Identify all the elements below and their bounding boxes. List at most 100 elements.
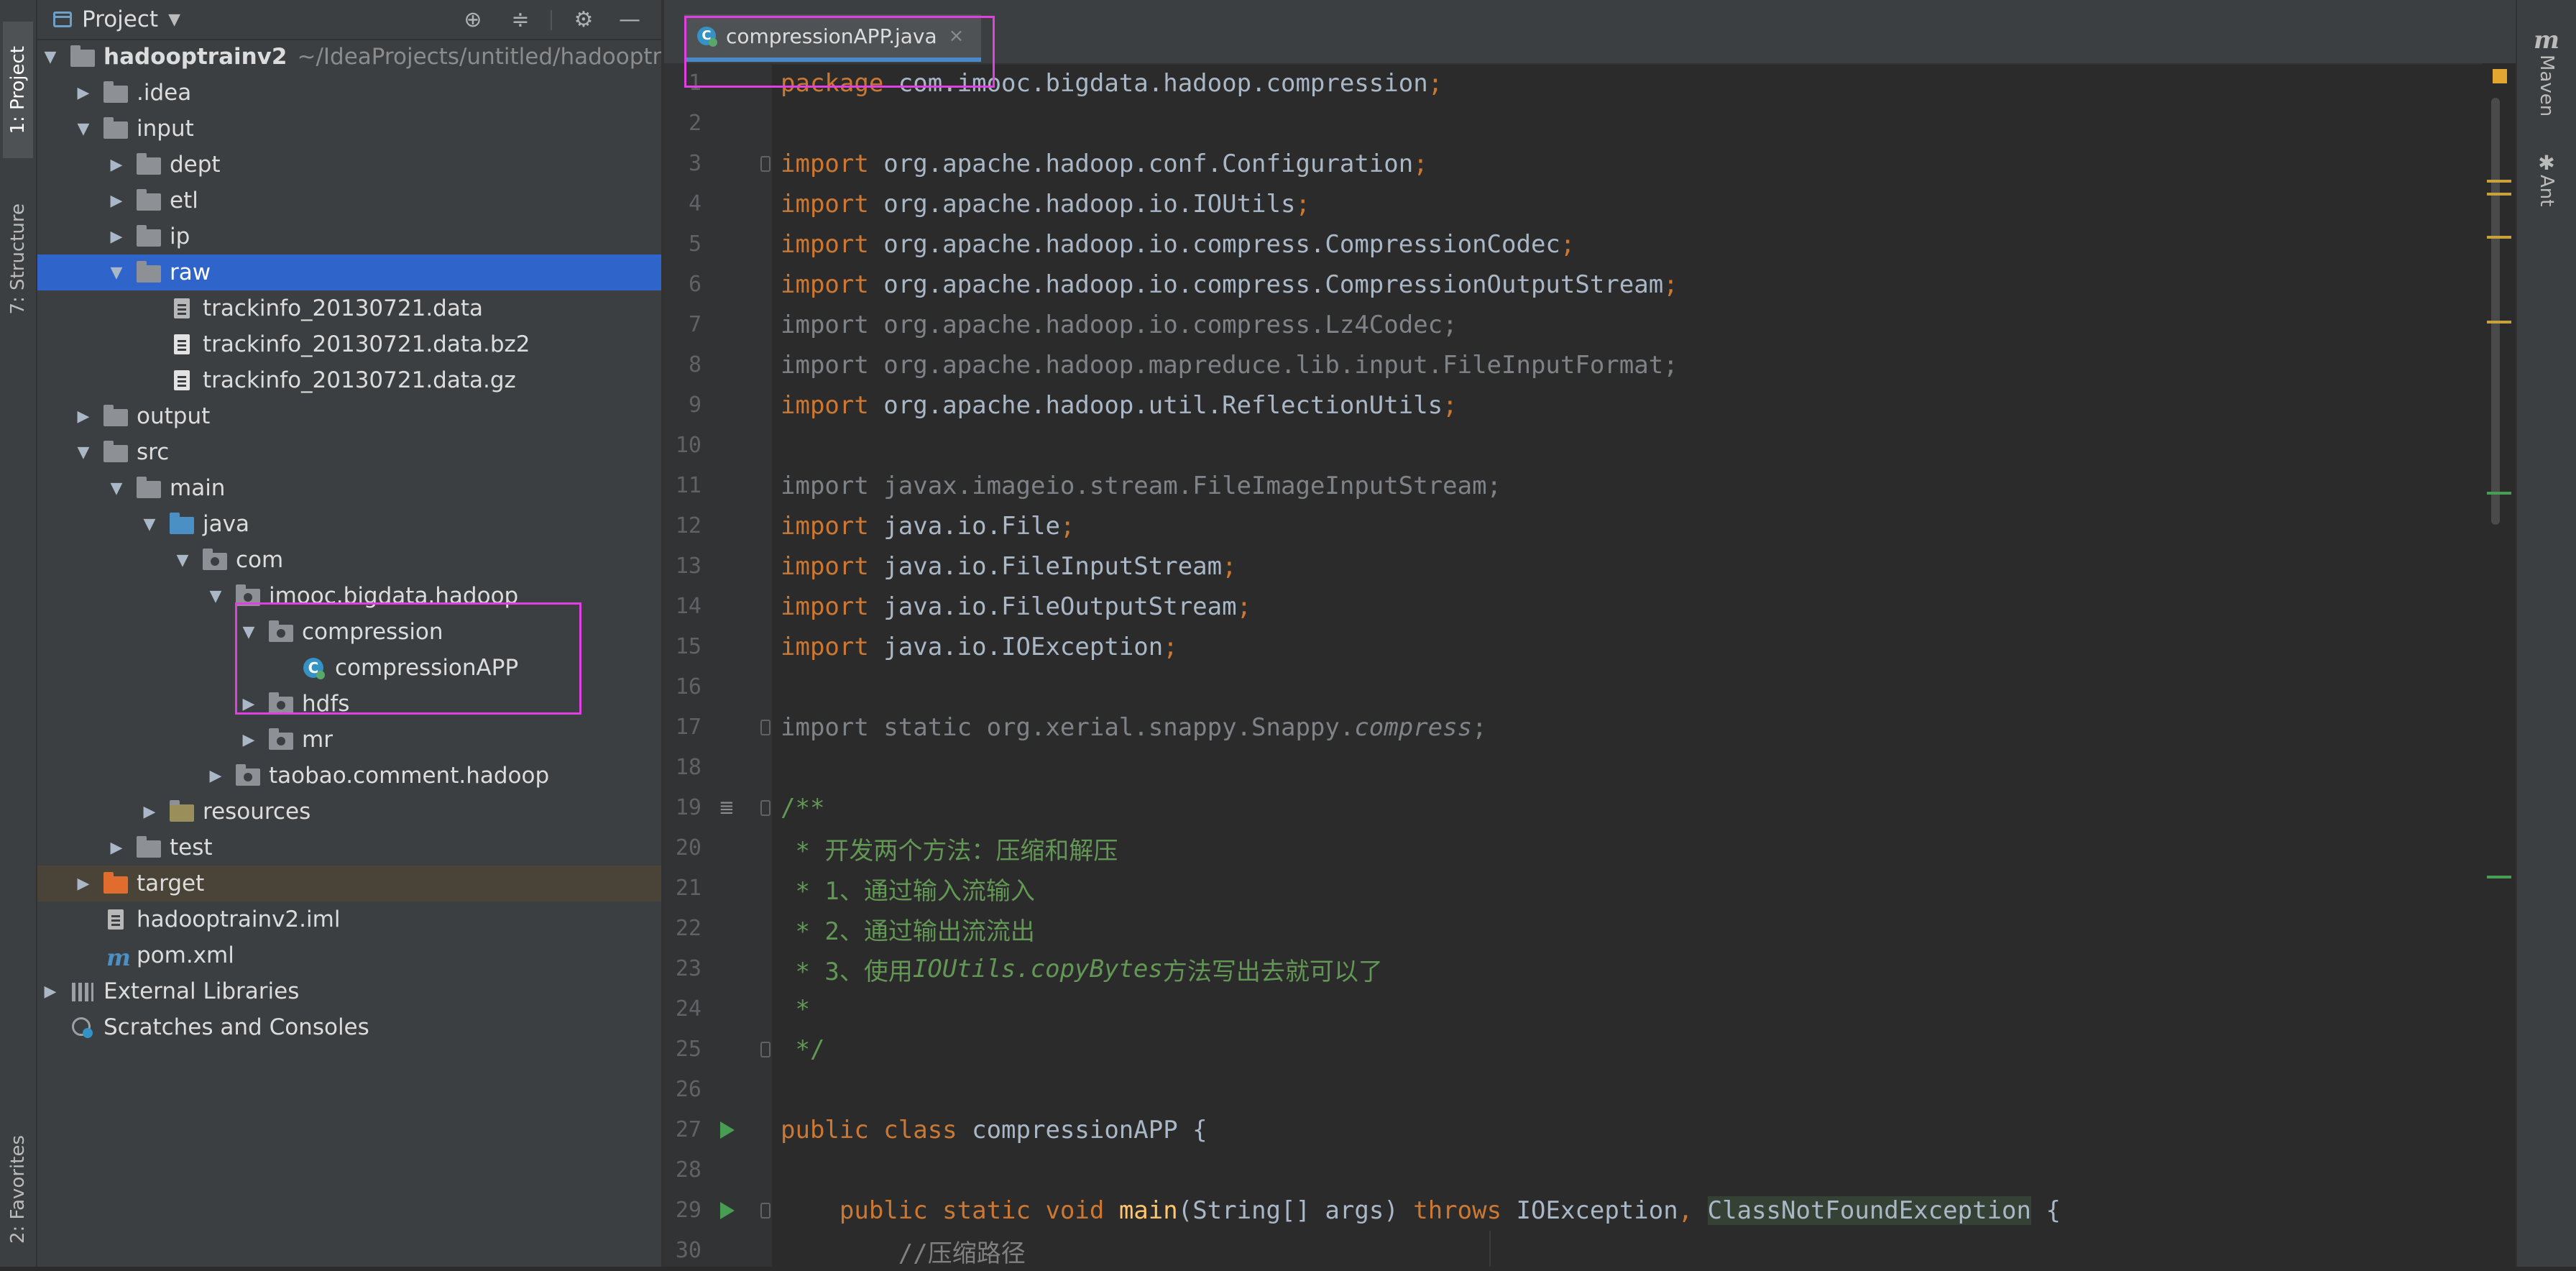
tree-item-input[interactable]: ▼ input bbox=[37, 111, 661, 147]
run-icon[interactable] bbox=[720, 1121, 735, 1139]
expand-right-icon[interactable]: ▶ bbox=[108, 156, 125, 174]
expand-down-icon[interactable]: ▼ bbox=[141, 515, 158, 533]
expand-down-icon[interactable]: ▼ bbox=[240, 623, 257, 641]
tool-tab-maven[interactable]: m Maven bbox=[2531, 26, 2562, 116]
code-line[interactable]: import java.io.FileInputStream; bbox=[772, 546, 2491, 587]
fold-icon[interactable] bbox=[760, 720, 770, 735]
tree-item-com[interactable]: ▼ com bbox=[37, 542, 661, 578]
tool-tab-project[interactable]: 1: Project bbox=[3, 22, 33, 158]
change-mark[interactable] bbox=[2487, 876, 2511, 878]
tree-item-pom-xml[interactable]: ▶mpom.xml bbox=[37, 937, 661, 973]
code-line[interactable]: //压缩路径 bbox=[772, 1231, 2491, 1271]
tree-item-dept[interactable]: ▶ dept bbox=[37, 147, 661, 183]
code-line[interactable]: package com.imooc.bigdata.hadoop.compres… bbox=[772, 63, 2491, 104]
code-line[interactable]: * 2、通过输出流流出 bbox=[772, 909, 2491, 949]
tree-item-target[interactable]: ▶ target bbox=[37, 866, 661, 901]
tree-item-etl[interactable]: ▶ etl bbox=[37, 183, 661, 219]
code-line[interactable]: public class compressionAPP { bbox=[772, 1110, 2491, 1150]
code-line[interactable]: import java.io.IOException; bbox=[772, 627, 2491, 667]
tree-item-hadooptrainv2-iml[interactable]: ▶hadooptrainv2.iml bbox=[37, 901, 661, 937]
fold-icon[interactable] bbox=[760, 156, 770, 172]
expand-down-icon[interactable]: ▼ bbox=[75, 444, 92, 462]
render-doc-icon[interactable]: ≣ bbox=[719, 799, 740, 817]
tree-item-imooc-bigdata-hadoop[interactable]: ▼ imooc.bigdata.hadoop bbox=[37, 578, 661, 614]
code-line[interactable]: * 1、通过输入流输入 bbox=[772, 868, 2491, 909]
locate-icon[interactable]: ⊕ bbox=[461, 9, 484, 32]
tree-item-compression[interactable]: ▼ compression bbox=[37, 614, 661, 650]
tree-item-scratches-and-consoles[interactable]: ▶Scratches and Consoles bbox=[37, 1009, 661, 1045]
expand-right-icon[interactable]: ▶ bbox=[240, 695, 257, 713]
tree-item-trackinfo-20130721-data-bz2[interactable]: ▶trackinfo_20130721.data.bz2 bbox=[37, 326, 661, 362]
tree-item-mr[interactable]: ▶ mr bbox=[37, 722, 661, 758]
code-line[interactable]: import java.io.File; bbox=[772, 506, 2491, 546]
code-line[interactable] bbox=[772, 1150, 2491, 1190]
tree-item-trackinfo-20130721-data[interactable]: ▶trackinfo_20130721.data bbox=[37, 290, 661, 326]
expand-down-icon[interactable]: ▼ bbox=[207, 587, 224, 605]
tree-item-hdfs[interactable]: ▶ hdfs bbox=[37, 686, 661, 722]
code-line[interactable]: * bbox=[772, 989, 2491, 1029]
project-view-selector[interactable]: Project bbox=[82, 6, 158, 32]
expand-down-icon[interactable]: ▼ bbox=[174, 551, 191, 569]
error-stripe[interactable] bbox=[2483, 63, 2516, 1267]
close-icon[interactable]: × bbox=[949, 25, 965, 47]
expand-right-icon[interactable]: ▶ bbox=[75, 84, 92, 102]
code-line[interactable]: import org.apache.hadoop.io.IOUtils; bbox=[772, 184, 2491, 224]
tab-compressionapp-java[interactable]: C compressionAPP.java × bbox=[684, 14, 982, 62]
fold-icon[interactable] bbox=[760, 1042, 770, 1057]
code-line[interactable] bbox=[772, 104, 2491, 144]
tree-item-src[interactable]: ▼ src bbox=[37, 434, 661, 470]
code-line[interactable]: import org.apache.hadoop.io.compress.Lz4… bbox=[772, 305, 2491, 345]
scrollbar-thumb[interactable] bbox=[2491, 98, 2500, 525]
tree-item-java[interactable]: ▼ java bbox=[37, 506, 661, 542]
expand-right-icon[interactable]: ▶ bbox=[108, 839, 125, 857]
code-line[interactable] bbox=[772, 748, 2491, 788]
tree-item-compressionapp[interactable]: ▶CcompressionAPP bbox=[37, 650, 661, 686]
expand-right-icon[interactable]: ▶ bbox=[141, 803, 158, 821]
tree-item-ip[interactable]: ▶ ip bbox=[37, 219, 661, 254]
warning-indicator-icon[interactable] bbox=[2493, 69, 2507, 83]
code-line[interactable]: */ bbox=[772, 1029, 2491, 1070]
code-line[interactable]: import org.apache.hadoop.io.compress.Com… bbox=[772, 224, 2491, 265]
run-icon[interactable] bbox=[720, 1202, 735, 1219]
code-line[interactable]: import org.apache.hadoop.util.Reflection… bbox=[772, 385, 2491, 426]
code-line[interactable]: * 开发两个方法：压缩和解压 bbox=[772, 828, 2491, 868]
editor-gutter[interactable]: 1 2 3 4 5 6 7 8 9 10 11 12 13 14 15 16 17 18 19 ≣ 20 21 22 23 24… bbox=[664, 63, 772, 1267]
expand-right-icon[interactable]: ▶ bbox=[75, 875, 92, 893]
expand-right-icon[interactable]: ▶ bbox=[42, 983, 59, 1001]
tree-item-output[interactable]: ▶ output bbox=[37, 398, 661, 434]
expand-right-icon[interactable]: ▶ bbox=[240, 731, 257, 749]
code-line[interactable]: public static void main (String[] args) t… bbox=[772, 1190, 2491, 1231]
expand-down-icon[interactable]: ▼ bbox=[42, 48, 59, 66]
code-line[interactable]: import java.io.FileOutputStream; bbox=[772, 587, 2491, 627]
expand-down-icon[interactable]: ▼ bbox=[108, 480, 125, 497]
code-line[interactable]: import static org.xerial.snappy.Snappy. c… bbox=[772, 707, 2491, 748]
expand-right-icon[interactable]: ▶ bbox=[207, 767, 224, 785]
tool-tab-ant[interactable]: ✱ Ant bbox=[2531, 151, 2562, 206]
tree-item-main[interactable]: ▼ main bbox=[37, 470, 661, 506]
fold-icon[interactable] bbox=[760, 800, 770, 816]
fold-icon[interactable] bbox=[760, 1203, 770, 1219]
tree-item-taobao-comment-hadoop[interactable]: ▶ taobao.comment.hadoop bbox=[37, 758, 661, 794]
code-line[interactable]: import org.apache.hadoop.io.compress.Com… bbox=[772, 265, 2491, 305]
expand-down-icon[interactable]: ▼ bbox=[75, 120, 92, 138]
tree-item-hadooptrainv2[interactable]: ▼ hadooptrainv2 ~/IdeaProjects/untitled/ha… bbox=[37, 39, 662, 75]
tree-item-test[interactable]: ▶ test bbox=[37, 830, 661, 866]
gear-icon[interactable]: ⚙ bbox=[572, 9, 595, 32]
tree-item-resources[interactable]: ▶ resources bbox=[37, 794, 661, 830]
code-line[interactable]: import javax.imageio.stream.FileImageInp… bbox=[772, 466, 2491, 506]
code-line[interactable]: import org.apache.hadoop.mapreduce.lib.i… bbox=[772, 345, 2491, 385]
code-area[interactable]: package com.imooc.bigdata.hadoop.compres… bbox=[772, 63, 2483, 1268]
chevron-down-icon[interactable]: ▼ bbox=[168, 11, 180, 29]
tree-item-idea[interactable]: ▶ .idea bbox=[37, 75, 661, 111]
change-mark[interactable] bbox=[2487, 492, 2511, 495]
code-line[interactable]: * 3、使用 IOUtils.copyBytes 方法写出去就可以了 bbox=[772, 949, 2491, 989]
tree-item-raw[interactable]: ▼ raw bbox=[37, 254, 661, 290]
code-line[interactable] bbox=[772, 1070, 2491, 1110]
warning-mark[interactable] bbox=[2487, 321, 2511, 324]
tree-item-trackinfo-20130721-data-gz[interactable]: ▶trackinfo_20130721.data.gz bbox=[37, 362, 661, 398]
tool-tab-favorites[interactable]: 2: Favorites bbox=[3, 1121, 33, 1258]
expand-right-icon[interactable]: ▶ bbox=[75, 408, 92, 426]
code-line[interactable] bbox=[772, 426, 2491, 466]
warning-mark[interactable] bbox=[2487, 236, 2511, 239]
hide-icon[interactable]: — bbox=[618, 9, 641, 32]
